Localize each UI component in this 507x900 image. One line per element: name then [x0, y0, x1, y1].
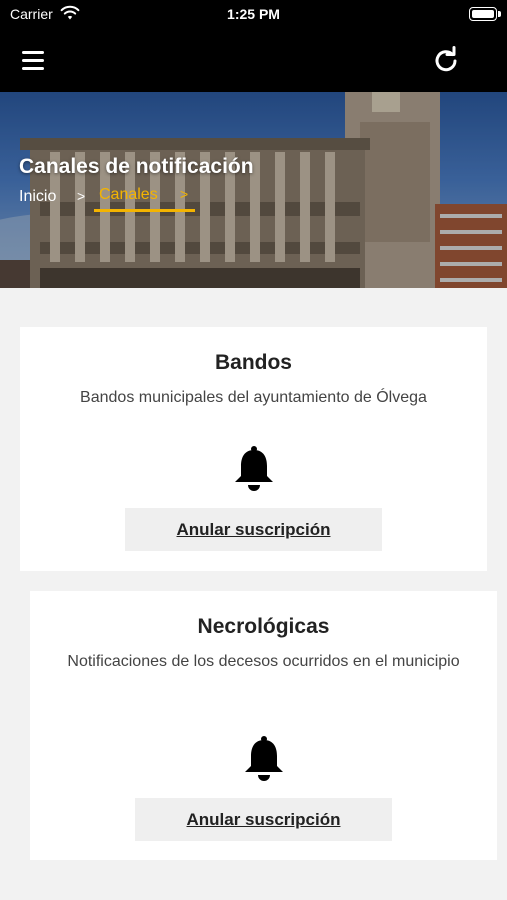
hero-header: Canales de notificación Inicio > Canales… — [0, 92, 507, 288]
refresh-icon[interactable] — [429, 44, 463, 78]
unsubscribe-button[interactable]: Anular suscripción — [125, 508, 382, 551]
breadcrumb-current: Canales — [99, 186, 158, 203]
menu-button[interactable] — [16, 46, 50, 76]
channel-card: Necrológicas Notificaciones de los deces… — [30, 591, 497, 860]
hamburger-icon-line — [22, 51, 44, 54]
breadcrumb-separator: > — [180, 186, 189, 202]
hamburger-icon-line — [22, 59, 44, 62]
hamburger-icon-line — [22, 67, 44, 70]
channel-card: Bandos Bandos municipales del ayuntamien… — [20, 327, 487, 571]
bell-icon — [235, 446, 273, 491]
channel-description: Bandos municipales del ayuntamiento de Ó… — [80, 389, 427, 406]
nav-bar — [0, 30, 507, 92]
unsubscribe-button[interactable]: Anular suscripción — [135, 798, 392, 841]
breadcrumb-home[interactable]: Inicio — [19, 188, 56, 206]
channel-title: Necrológicas — [197, 615, 330, 638]
breadcrumb-separator: > — [77, 188, 86, 204]
channel-description: Notificaciones de los decesos ocurridos … — [67, 653, 460, 670]
battery-icon — [469, 7, 497, 21]
bell-icon — [245, 736, 283, 781]
status-bar: Carrier 1:25 PM — [0, 0, 507, 30]
battery-tip — [498, 11, 501, 17]
status-time: 1:25 PM — [227, 6, 280, 22]
page-title: Canales de notificación — [19, 155, 254, 178]
breadcrumb-active-underline — [94, 209, 195, 212]
channel-title: Bandos — [214, 351, 292, 374]
